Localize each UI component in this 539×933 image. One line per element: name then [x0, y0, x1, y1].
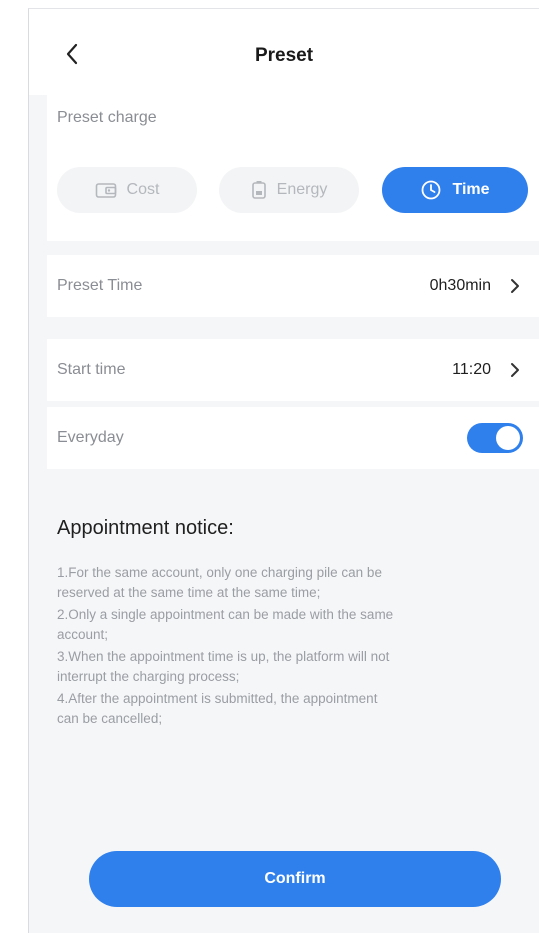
notice-line: 1.For the same account, only one chargin… [57, 565, 382, 580]
confirm-button[interactable]: Confirm [89, 851, 501, 907]
notice-title: Appointment notice: [57, 517, 234, 539]
wallet-icon [95, 181, 117, 199]
segment-time[interactable]: Time [382, 167, 528, 213]
preset-time-row[interactable]: Preset Time 0h30min [47, 255, 539, 317]
everyday-toggle[interactable] [467, 423, 523, 453]
segment-cost[interactable]: Cost [57, 167, 197, 213]
battery-icon [251, 180, 267, 200]
chevron-right-icon [511, 363, 519, 377]
segment-energy-label: Energy [276, 181, 328, 198]
segment-energy[interactable]: Energy [219, 167, 359, 213]
preset-charge-label: Preset charge [57, 109, 157, 126]
notice-line: 2.Only a single appointment can be made … [57, 607, 394, 622]
notice-line: 3.When the appointment time is up, the p… [57, 649, 390, 664]
preset-time-label: Preset Time [57, 277, 143, 294]
start-time-value: 11:20 [452, 361, 491, 378]
start-time-row[interactable]: Start time 11:20 [47, 339, 539, 401]
clock-icon [420, 179, 442, 201]
segment-time-label: Time [452, 181, 490, 198]
page-title: Preset [254, 45, 314, 66]
notice-line: 4.After the appointment is submitted, th… [57, 691, 378, 706]
preset-time-value: 0h30min [429, 277, 491, 294]
everyday-row: Everyday [47, 407, 539, 469]
chevron-right-icon [511, 279, 519, 293]
notice-line: reserved at the same time at the same ti… [57, 585, 321, 600]
segment-cost-label: Cost [126, 181, 160, 198]
notice-line: interrupt the charging process; [57, 669, 240, 684]
notice-line: account; [57, 627, 109, 642]
header: Preset [29, 9, 539, 95]
notice-line: can be cancelled; [57, 711, 163, 726]
preset-charge-section: Preset charge Cost Energy Time [47, 95, 539, 241]
everyday-label: Everyday [57, 429, 124, 446]
start-time-label: Start time [57, 361, 126, 378]
phone-screen: Preset Preset charge Cost Energy Time Pr… [28, 8, 539, 933]
toggle-knob [496, 426, 520, 450]
